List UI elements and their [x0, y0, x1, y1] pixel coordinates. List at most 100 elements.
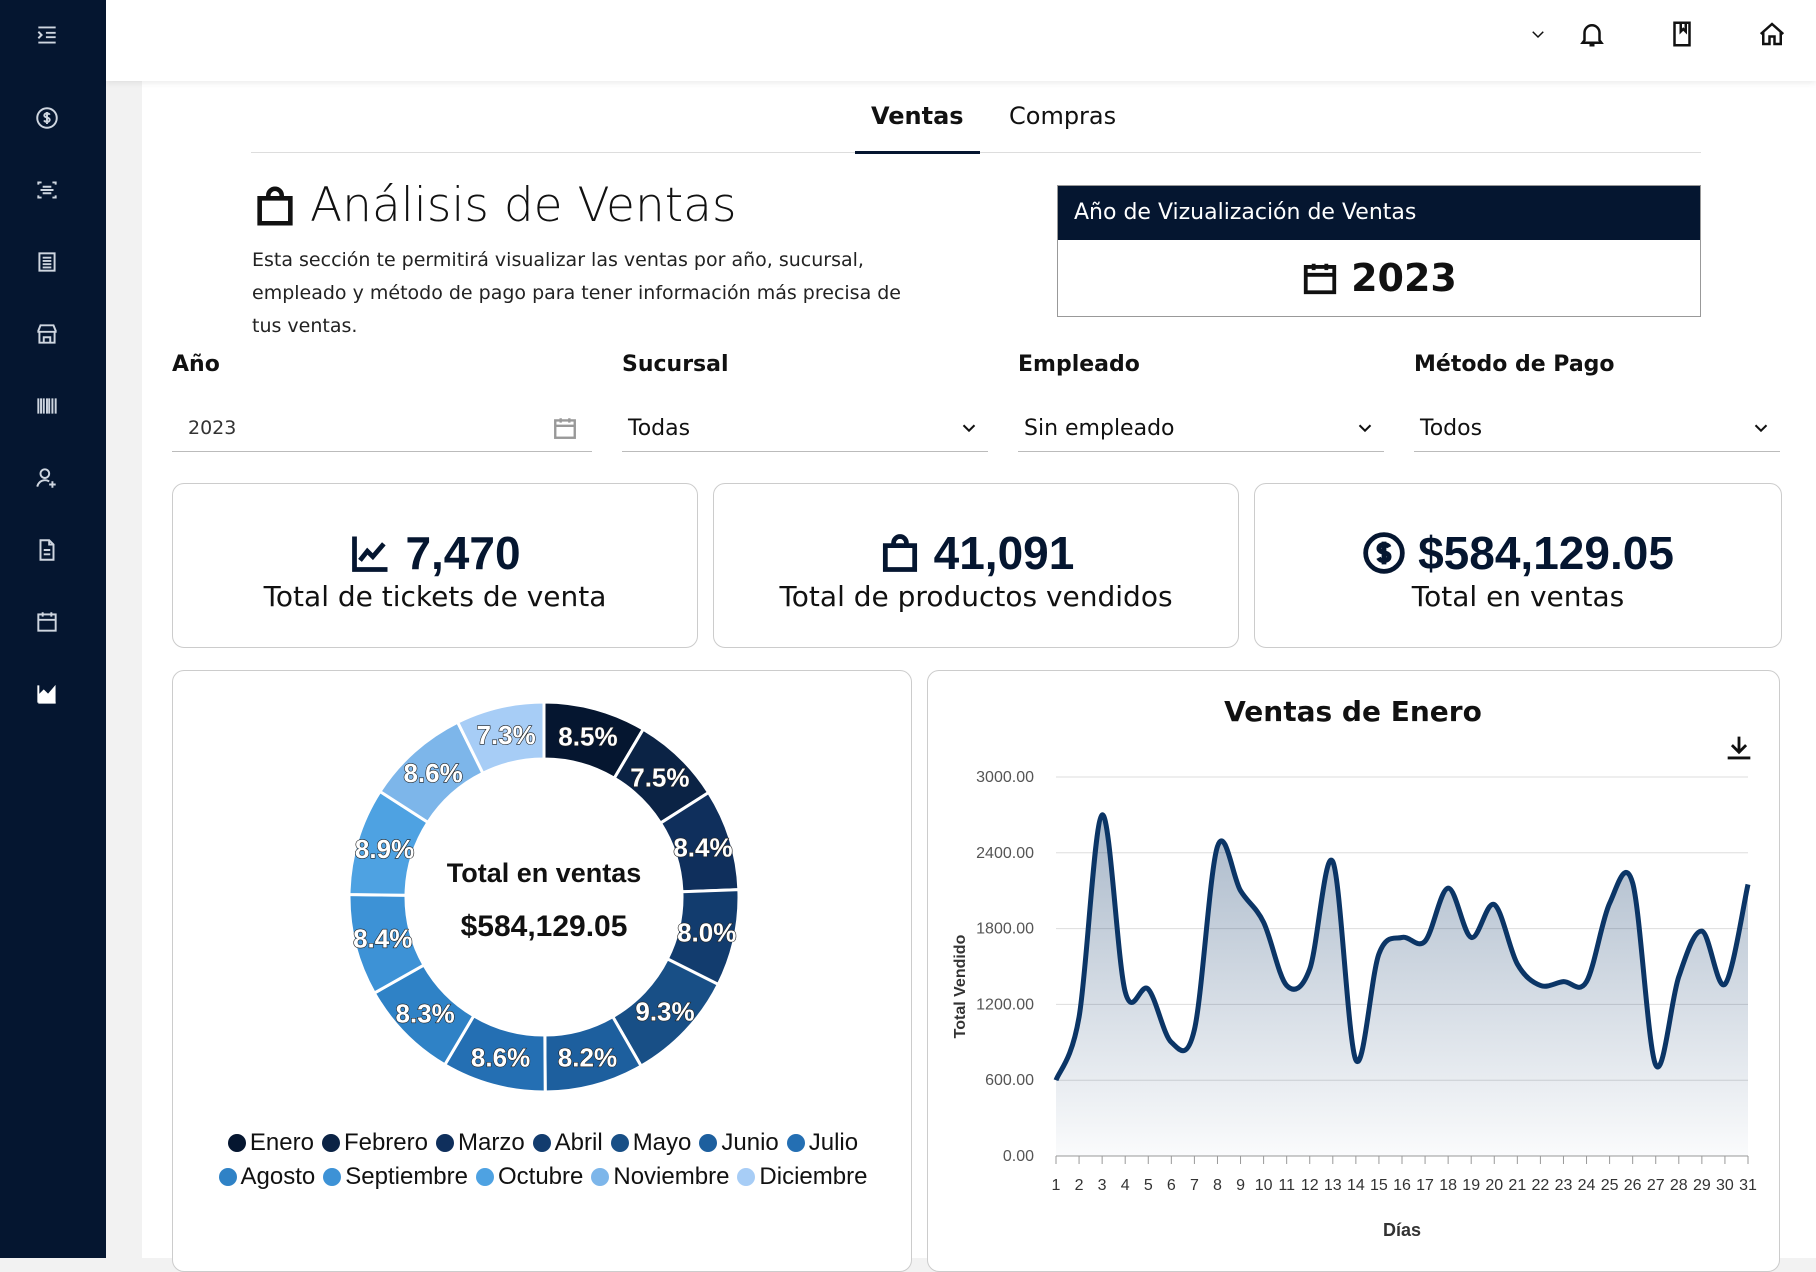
menu-toggle-icon[interactable]	[30, 18, 64, 52]
donut-chart: Total en ventas $584,129.05 8.5% 7.5% 8.4%…	[347, 700, 741, 1094]
shopping-bag-icon	[257, 185, 293, 226]
calendar-icon[interactable]	[552, 415, 578, 441]
y-tick-label: 1800.00	[976, 921, 1034, 938]
employee-select[interactable]: Sin empleado	[1018, 405, 1384, 452]
stat-sales-value: $584,129.05	[1418, 527, 1674, 579]
x-tick-label: 29	[1693, 1177, 1711, 1194]
x-tick-label: 19	[1462, 1177, 1480, 1194]
line-chart-icon	[352, 536, 388, 572]
y-tick-label: 1200.00	[976, 996, 1034, 1013]
legend-swatch	[591, 1168, 610, 1186]
legend-swatch	[532, 1134, 551, 1152]
top-bar	[106, 0, 1816, 81]
x-tick-label: 1	[1052, 1177, 1061, 1194]
stat-tickets-label: Total de tickets de venta	[263, 580, 607, 613]
chevron-down-icon[interactable]	[1518, 14, 1558, 54]
store-icon[interactable]	[30, 317, 64, 351]
donut-slice-label: 8.0%	[677, 917, 736, 947]
legend-label: Mayo	[632, 1129, 692, 1156]
x-tick-label: 3	[1098, 1177, 1107, 1194]
legend-swatch	[737, 1168, 756, 1186]
legend-item[interactable]: Diciembre	[737, 1160, 867, 1194]
legend-label: Noviembre	[613, 1163, 730, 1190]
dollar-circle-icon[interactable]	[30, 101, 64, 135]
receipt-list-icon[interactable]	[30, 245, 64, 279]
x-axis-label: Días	[1383, 1220, 1421, 1240]
stat-products-value: 41,091	[933, 527, 1075, 579]
legend-item[interactable]: Septiembre	[323, 1160, 468, 1194]
scan-icon[interactable]	[30, 173, 64, 207]
legend-swatch	[786, 1134, 805, 1152]
donut-slice-label: 7.5%	[630, 762, 689, 792]
payment-select-value: Todos	[1420, 415, 1483, 441]
area-chart-icon[interactable]	[30, 677, 64, 711]
year-display-box: Año de Vizualización de Ventas 2023	[1057, 185, 1701, 317]
employee-select-value: Sin empleado	[1024, 415, 1175, 441]
year-filter-label: Año	[172, 352, 220, 377]
home-icon[interactable]	[1752, 14, 1792, 54]
employee-filter-label: Empleado	[1018, 352, 1140, 377]
tab-compras[interactable]: Compras	[993, 101, 1132, 151]
legend-swatch	[610, 1134, 629, 1152]
year-date-value: 2023	[188, 417, 237, 439]
legend-label: Agosto	[240, 1163, 316, 1190]
branch-select[interactable]: Todas	[622, 405, 988, 452]
legend-item[interactable]: Junio	[699, 1126, 779, 1160]
bookmark-icon[interactable]	[1662, 14, 1702, 54]
legend-swatch	[435, 1134, 454, 1152]
tab-ventas[interactable]: Ventas	[855, 101, 980, 154]
sidebar	[0, 0, 106, 1258]
donut-slice-label: 9.3%	[635, 996, 694, 1026]
donut-slice-label: 8.5%	[558, 721, 617, 751]
legend-item[interactable]: Octubre	[476, 1160, 583, 1194]
calendar-icon[interactable]	[30, 605, 64, 639]
x-tick-label: 25	[1601, 1177, 1619, 1194]
stat-card-sales: $584,129.05 Total en ventas	[1254, 483, 1782, 648]
dollar-circle-icon	[1363, 532, 1405, 574]
payment-select[interactable]: Todos	[1414, 405, 1780, 452]
x-tick-label: 5	[1144, 1177, 1153, 1194]
y-axis-label: Total Vendido	[952, 934, 969, 1038]
donut-center-value: $584,129.05	[461, 910, 628, 943]
legend-label: Junio	[721, 1129, 779, 1156]
donut-slice-label: 8.4%	[673, 833, 732, 863]
legend-item[interactable]: Noviembre	[591, 1160, 729, 1194]
legend-item[interactable]: Julio	[786, 1126, 859, 1160]
x-tick-label: 27	[1647, 1177, 1665, 1194]
document-icon[interactable]	[30, 533, 64, 567]
x-tick-label: 22	[1532, 1177, 1550, 1194]
line-chart: 3000.002400.001800.001200.00600.000.001 2…	[952, 769, 1757, 1240]
x-tick-label: 15	[1370, 1177, 1388, 1194]
bell-icon[interactable]	[1572, 14, 1612, 54]
payment-filter-label: Método de Pago	[1414, 352, 1615, 377]
x-tick-label: 16	[1393, 1177, 1411, 1194]
legend-item[interactable]: Enero	[227, 1126, 314, 1160]
legend-label: Abril	[554, 1129, 603, 1156]
legend-swatch	[227, 1134, 246, 1152]
tabs-bar: Ventas Compras	[251, 81, 1701, 154]
donut-slice-label: 8.2%	[558, 1043, 617, 1073]
stat-products-label: Total de productos vendidos	[779, 580, 1173, 613]
legend-item[interactable]: Mayo	[610, 1126, 692, 1160]
x-tick-label: 4	[1121, 1177, 1130, 1194]
legend-item[interactable]: Marzo	[435, 1126, 525, 1160]
user-add-icon[interactable]	[30, 461, 64, 495]
legend-label: Diciembre	[759, 1163, 868, 1190]
branch-select-value: Todas	[628, 415, 691, 441]
x-tick-label: 7	[1190, 1177, 1199, 1194]
donut-legend: Enero Febrero Marzo Abril Mayo Junio Julio Agos…	[203, 1126, 883, 1194]
stat-sales-label: Total en ventas	[1411, 580, 1625, 613]
legend-label: Julio	[808, 1129, 859, 1156]
donut-slice-label: 8.6%	[471, 1043, 530, 1073]
legend-swatch	[321, 1134, 340, 1152]
line-chart-panel: Ventas de Enero 3000.00 2400.00 1800.00 120…	[927, 670, 1780, 1272]
x-tick-label: 10	[1255, 1177, 1273, 1194]
legend-item[interactable]: Febrero	[321, 1126, 428, 1160]
legend-swatch	[699, 1134, 718, 1152]
year-date-field[interactable]: 2023	[172, 405, 592, 452]
legend-item[interactable]: Abril	[532, 1126, 603, 1160]
x-tick-label: 13	[1324, 1177, 1342, 1194]
legend-item[interactable]: Agosto	[218, 1160, 316, 1194]
shopping-bag-icon	[882, 534, 917, 572]
barcode-icon[interactable]	[30, 389, 64, 423]
